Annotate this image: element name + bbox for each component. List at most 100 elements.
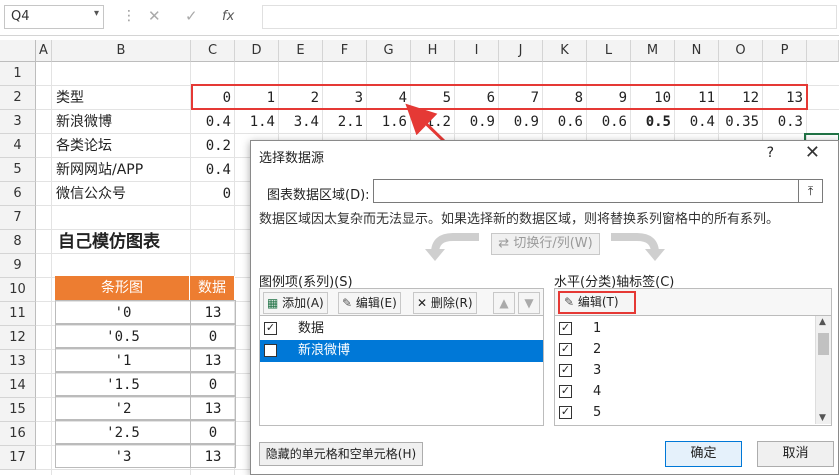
column-header-p[interactable]: P: [763, 40, 807, 62]
scroll-thumb[interactable]: [818, 333, 829, 355]
column-header-g[interactable]: G: [367, 40, 411, 62]
table-cell-value[interactable]: 13: [190, 300, 236, 324]
row-header-5[interactable]: 5: [0, 158, 36, 182]
row3-cell[interactable]: 3.4: [279, 110, 323, 134]
formula-input[interactable]: [262, 5, 837, 29]
table-cell-label[interactable]: '2: [55, 396, 191, 420]
cell-b3[interactable]: 新浪微博: [56, 110, 112, 134]
row-header-1[interactable]: 1: [0, 62, 36, 86]
move-down-icon[interactable]: ▼: [518, 292, 540, 314]
column-header-h[interactable]: H: [411, 40, 455, 62]
column-header-o[interactable]: O: [719, 40, 763, 62]
row3-cell[interactable]: 0.35: [719, 110, 763, 134]
row-header-7[interactable]: 7: [0, 206, 36, 230]
name-box[interactable]: Q4 ▾: [4, 5, 104, 29]
row-header-8[interactable]: 8: [0, 230, 36, 254]
table-cell-label[interactable]: '3: [55, 444, 191, 468]
column-header-d[interactable]: D: [235, 40, 279, 62]
row-header-12[interactable]: 12: [0, 326, 36, 350]
column-header-q[interactable]: [807, 40, 839, 62]
checkbox-icon[interactable]: ✓: [264, 344, 277, 357]
axis-list-item[interactable]: ✓ 4: [555, 381, 815, 402]
row3-cell[interactable]: 0.4: [675, 110, 719, 134]
row3-cell[interactable]: 1.6: [367, 110, 411, 134]
row-header-14[interactable]: 14: [0, 374, 36, 398]
scroll-down-icon[interactable]: ▼: [819, 413, 826, 423]
cancel-button[interactable]: 取消: [757, 441, 834, 467]
hidden-empty-cells-button[interactable]: 隐藏的单元格和空单元格(H): [259, 442, 423, 466]
row3-cell[interactable]: 0.6: [543, 110, 587, 134]
chart-range-input[interactable]: [373, 179, 799, 203]
column-header-e[interactable]: E: [279, 40, 323, 62]
table-header-data[interactable]: 数据: [190, 276, 235, 300]
table-cell-value[interactable]: 13: [190, 396, 236, 420]
table-cell-value[interactable]: 0: [190, 324, 236, 348]
edit-axis-labels-button[interactable]: ✎ 编辑(T): [558, 291, 636, 314]
table-header-bar[interactable]: 条形图: [55, 276, 190, 300]
scroll-up-icon[interactable]: ▲: [819, 317, 826, 327]
row3-cell[interactable]: 0.5: [631, 110, 675, 134]
row3-cell[interactable]: 0.4: [191, 110, 235, 134]
row-header-2[interactable]: 2: [0, 86, 36, 110]
row3-cell[interactable]: 2.1: [323, 110, 367, 134]
insert-function-icon[interactable]: fx: [222, 9, 234, 24]
column-header-i[interactable]: I: [455, 40, 499, 62]
add-series-button[interactable]: ▦ 添加(A): [263, 292, 328, 314]
table-cell-label[interactable]: '0.5: [55, 324, 191, 348]
row-header-10[interactable]: 10: [0, 278, 36, 302]
cancel-formula-icon[interactable]: ✕: [148, 7, 161, 25]
axis-list-item[interactable]: ✓ 1: [555, 318, 815, 339]
delete-series-button[interactable]: ✕ 删除(R): [413, 292, 477, 314]
enter-formula-icon[interactable]: ✓: [185, 7, 198, 25]
collapse-dialog-icon[interactable]: ⤒: [799, 179, 823, 203]
cell-c5[interactable]: 0.4: [191, 158, 235, 182]
help-icon[interactable]: ?: [767, 145, 774, 161]
axis-list-item[interactable]: ✓ 5: [555, 402, 815, 423]
table-cell-value[interactable]: 13: [190, 444, 236, 468]
cell-b2[interactable]: 类型: [56, 86, 84, 110]
checkbox-icon[interactable]: ✓: [559, 322, 572, 335]
column-header-a[interactable]: A: [36, 40, 52, 62]
ok-button[interactable]: 确定: [665, 441, 742, 467]
table-cell-label[interactable]: '1.5: [55, 372, 191, 396]
column-header-l[interactable]: L: [587, 40, 631, 62]
column-header-n[interactable]: N: [675, 40, 719, 62]
column-header-m[interactable]: M: [631, 40, 675, 62]
cell-b6[interactable]: 微信公众号: [56, 182, 126, 206]
row3-cell[interactable]: 0.6: [587, 110, 631, 134]
legend-list-item[interactable]: ✓ 新浪微博: [260, 340, 543, 362]
row3-cell[interactable]: 0.9: [455, 110, 499, 134]
table-cell-label[interactable]: '2.5: [55, 420, 191, 444]
checkbox-icon[interactable]: ✓: [559, 406, 572, 419]
cell-b4[interactable]: 各类论坛: [56, 134, 112, 158]
checkbox-icon[interactable]: ✓: [559, 343, 572, 356]
select-all-corner[interactable]: [0, 40, 36, 62]
move-up-icon[interactable]: ▲: [493, 292, 515, 314]
row-header-11[interactable]: 11: [0, 302, 36, 326]
row-header-16[interactable]: 16: [0, 422, 36, 446]
edit-series-button[interactable]: ✎ 编辑(E): [338, 292, 401, 314]
column-header-c[interactable]: C: [191, 40, 235, 62]
table-cell-value[interactable]: 0: [190, 420, 236, 444]
table-cell-label[interactable]: '1: [55, 348, 191, 372]
checkbox-icon[interactable]: ✓: [559, 364, 572, 377]
row-header-6[interactable]: 6: [0, 182, 36, 206]
row-header-4[interactable]: 4: [0, 134, 36, 158]
row-header-17[interactable]: 17: [0, 446, 36, 470]
axis-list-item[interactable]: ✓ 3: [555, 360, 815, 381]
row3-cell[interactable]: 1.4: [235, 110, 279, 134]
column-header-b[interactable]: B: [52, 40, 191, 62]
checkbox-icon[interactable]: ✓: [264, 322, 277, 335]
row-header-13[interactable]: 13: [0, 350, 36, 374]
row-header-3[interactable]: 3: [0, 110, 36, 134]
switch-row-column-button[interactable]: ⇄ 切换行/列(W): [491, 233, 600, 255]
close-icon[interactable]: ✕: [805, 142, 820, 163]
legend-list-item[interactable]: ✓ 数据: [260, 318, 543, 340]
axis-list-item[interactable]: ✓ 2: [555, 339, 815, 360]
row3-cell[interactable]: 0.9: [499, 110, 543, 134]
chevron-down-icon[interactable]: ▾: [94, 8, 99, 19]
row-header-15[interactable]: 15: [0, 398, 36, 422]
table-cell-value[interactable]: 13: [190, 348, 236, 372]
checkbox-icon[interactable]: ✓: [559, 385, 572, 398]
column-header-f[interactable]: F: [323, 40, 367, 62]
